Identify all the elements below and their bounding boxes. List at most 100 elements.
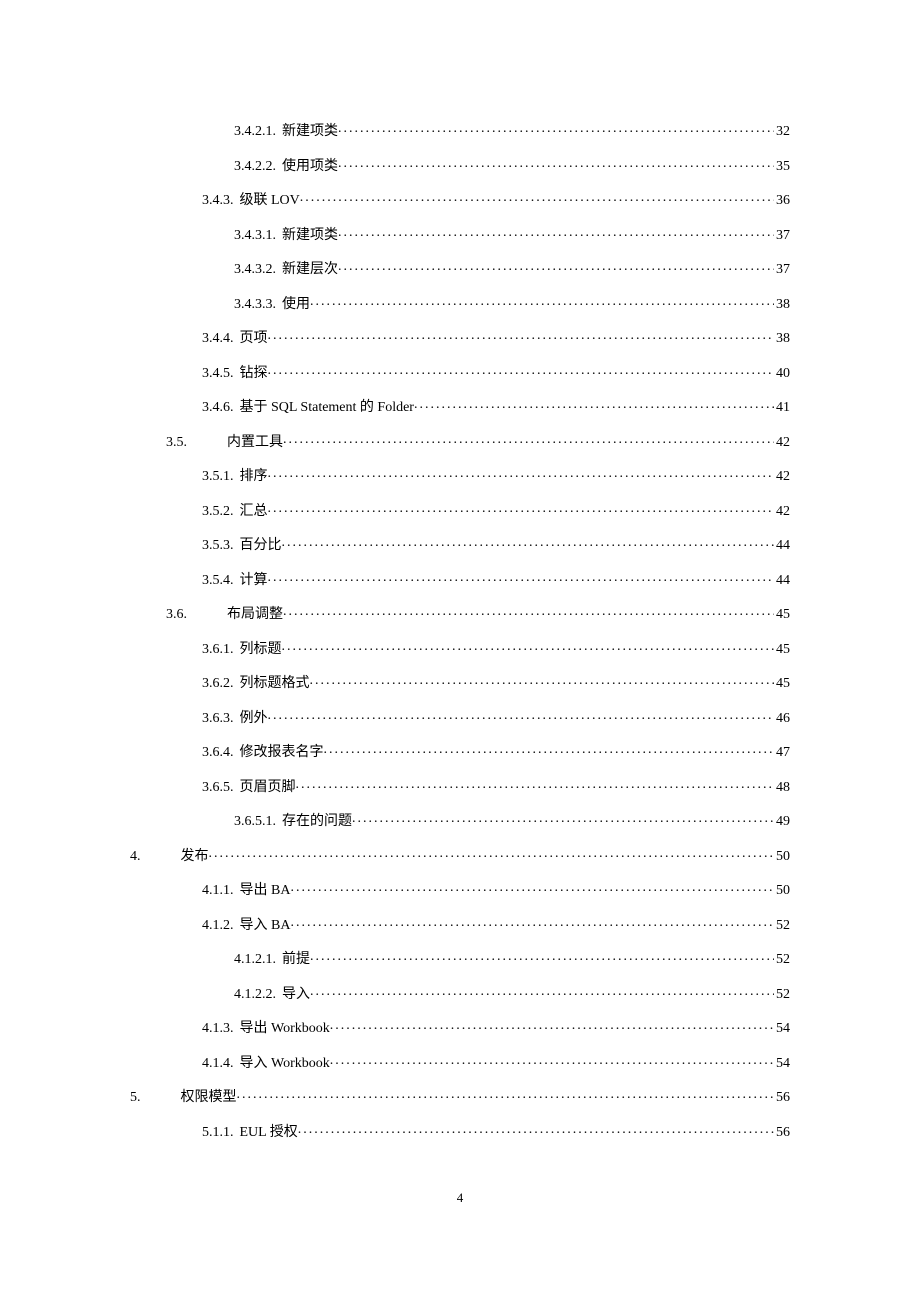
- toc-entry[interactable]: 3.4.2.2. 使用项类 35: [130, 155, 790, 175]
- toc-entry-page: 45: [774, 676, 790, 692]
- toc-entry[interactable]: 3.4.6.基于 SQL Statement 的 Folder41: [130, 396, 790, 416]
- toc-entry[interactable]: 3.6.1. 列标题 45: [130, 638, 790, 658]
- toc-leader-dots: [290, 915, 774, 929]
- toc-entry-number: 3.6.5.1.: [234, 814, 276, 830]
- toc-entry-page: 50: [774, 883, 790, 899]
- toc-leader-dots: [330, 1018, 774, 1032]
- toc-entry-page: 47: [774, 745, 790, 761]
- toc-entry-page: 38: [774, 297, 790, 313]
- toc-entry-number: 4.1.1.: [202, 883, 234, 899]
- toc-entry[interactable]: 3.6.布局调整45: [130, 603, 790, 623]
- toc-entry-number: 3.5.: [166, 435, 187, 451]
- toc-entry-number: 3.6.3.: [202, 711, 234, 727]
- toc-entry[interactable]: 3.5.1.排序42: [130, 465, 790, 485]
- toc-entry[interactable]: 3.6.4.修改报表名字47: [130, 741, 790, 761]
- toc-entry[interactable]: 4.发布50: [130, 845, 790, 865]
- toc-leader-dots: [268, 328, 775, 342]
- toc-leader-dots: [282, 535, 775, 549]
- toc-leader-dots: [268, 363, 775, 377]
- toc-entry-title: 导入 Workbook: [240, 1052, 330, 1072]
- toc-entry-title: 百分比: [240, 534, 282, 554]
- toc-entry-title: 排序: [240, 465, 268, 485]
- toc-entry-page: 37: [774, 228, 790, 244]
- toc-entry-number: 3.6.1.: [202, 642, 234, 658]
- toc-entry[interactable]: 3.6.3.例外46: [130, 707, 790, 727]
- toc-entry-page: 52: [774, 987, 790, 1003]
- toc-leader-dots: [330, 1053, 774, 1067]
- toc-entry[interactable]: 3.6.5.1.存在的问题49: [130, 810, 790, 830]
- toc-entry-title: EUL 授权: [240, 1121, 298, 1141]
- toc-entry[interactable]: 3.5.4. 计算 44: [130, 569, 790, 589]
- toc-entry-number: 3.4.5.: [202, 366, 234, 382]
- toc-entry-number: 3.4.2.2.: [234, 159, 276, 175]
- toc-entry-page: 35: [774, 159, 790, 175]
- toc-leader-dots: [310, 673, 775, 687]
- toc-entry-number: 3.6.5.: [202, 780, 234, 796]
- toc-leader-dots: [338, 259, 774, 273]
- toc-entry[interactable]: 3.5.2.汇总42: [130, 500, 790, 520]
- toc-entry[interactable]: 3.4.3.1. 新建项类 37: [130, 224, 790, 244]
- toc-entry-number: 3.4.3.: [202, 193, 234, 209]
- toc-entry-number: 3.4.6.: [202, 400, 234, 416]
- toc-leader-dots: [338, 121, 774, 135]
- toc-entry[interactable]: 3.4.3.3.使用38: [130, 293, 790, 313]
- toc-entry-page: 54: [774, 1056, 790, 1072]
- toc-leader-dots: [268, 570, 775, 584]
- toc-entry-number: 3.5.2.: [202, 504, 234, 520]
- toc-entry[interactable]: 5.1.1.EUL 授权56: [130, 1121, 790, 1141]
- toc-entry-title: 导入: [282, 983, 310, 1003]
- toc-leader-dots: [298, 1122, 774, 1136]
- toc-entry-number: 3.5.1.: [202, 469, 234, 485]
- toc-leader-dots: [209, 846, 775, 860]
- toc-entry-title: 列标题: [240, 638, 282, 658]
- toc-entry[interactable]: 4.1.4. 导入 Workbook 54: [130, 1052, 790, 1072]
- toc-leader-dots: [324, 742, 775, 756]
- toc-entry[interactable]: 3.5.内置工具42: [130, 431, 790, 451]
- toc-entry-title: 导出 Workbook: [240, 1017, 330, 1037]
- toc-entry-title: 例外: [240, 707, 268, 727]
- toc-entry[interactable]: 3.6.2.列标题格式45: [130, 672, 790, 692]
- toc-entry[interactable]: 3.4.3.级联 LOV36: [130, 189, 790, 209]
- toc-entry-page: 45: [774, 642, 790, 658]
- toc-entry-number: 3.4.3.1.: [234, 228, 276, 244]
- toc-entry-number: 4.: [130, 849, 141, 865]
- toc-entry[interactable]: 3.4.4.页项38: [130, 327, 790, 347]
- toc-entry-page: 36: [774, 193, 790, 209]
- toc-entry[interactable]: 3.4.5.钻探40: [130, 362, 790, 382]
- toc-entry-title: 新建项类: [282, 120, 338, 140]
- toc-leader-dots: [310, 949, 774, 963]
- toc-entry-number: 4.1.2.2.: [234, 987, 276, 1003]
- toc-entry-page: 44: [774, 573, 790, 589]
- toc-entry-number: 3.5.4.: [202, 573, 234, 589]
- toc-entry-title: 新建项类: [282, 224, 338, 244]
- toc-entry[interactable]: 3.4.2.1.新建项类32: [130, 120, 790, 140]
- toc-entry[interactable]: 4.1.2.1.前提52: [130, 948, 790, 968]
- toc-entry[interactable]: 4.1.1.导出 BA50: [130, 879, 790, 899]
- toc-entry-page: 45: [774, 607, 790, 623]
- toc-entry[interactable]: 4.1.3.导出 Workbook54: [130, 1017, 790, 1037]
- toc-entry-number: 5.1.1.: [202, 1125, 234, 1141]
- toc-entry[interactable]: 3.6.5.页眉页脚48: [130, 776, 790, 796]
- toc-entry-title: 布局调整: [227, 603, 283, 623]
- toc-entry[interactable]: 5.权限模型56: [130, 1086, 790, 1106]
- toc-entry-number: 4.1.4.: [202, 1056, 234, 1072]
- toc-entry-page: 37: [774, 262, 790, 278]
- toc-entry-page: 56: [774, 1090, 790, 1106]
- page-footer: 4: [0, 1190, 920, 1206]
- toc-entry-page: 50: [774, 849, 790, 865]
- toc-entry-page: 32: [774, 124, 790, 140]
- toc-entry[interactable]: 4.1.2.2. 导入 52: [130, 983, 790, 1003]
- toc-entry[interactable]: 3.5.3.百分比44: [130, 534, 790, 554]
- toc-entry-page: 42: [774, 435, 790, 451]
- toc-entry[interactable]: 3.4.3.2.新建层次37: [130, 258, 790, 278]
- toc-entry-title: 页眉页脚: [240, 776, 296, 796]
- toc-leader-dots: [296, 777, 775, 791]
- toc-entry[interactable]: 4.1.2.导入 BA52: [130, 914, 790, 934]
- toc-entry-number: 3.4.3.2.: [234, 262, 276, 278]
- toc-leader-dots: [352, 811, 774, 825]
- toc-entry-title: 计算: [240, 569, 268, 589]
- toc-leader-dots: [283, 604, 774, 618]
- toc-entry-number: 4.1.2.1.: [234, 952, 276, 968]
- toc-entry-title: 使用项类: [282, 155, 338, 175]
- toc-entry-number: 3.6.4.: [202, 745, 234, 761]
